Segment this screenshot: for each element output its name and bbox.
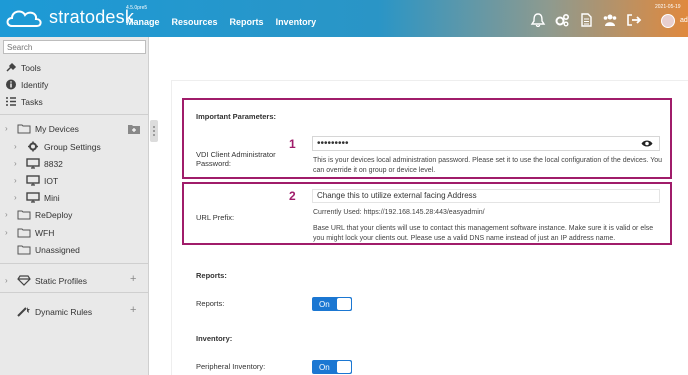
tree-group-settings[interactable]: › Group Settings [14,141,101,152]
nav-inventory[interactable]: Inventory [276,17,317,27]
folder-icon [17,228,31,238]
chevron-right-icon[interactable]: › [5,124,13,133]
url-prefix-help: Base URL that your clients will use to c… [313,225,654,242]
toggle-knob [337,361,351,373]
peripheral-inventory-toggle[interactable]: On [312,360,352,374]
section-reports: Reports: [196,271,227,280]
vdi-password-help: This is your devices local administratio… [313,157,663,174]
url-prefix-label: URL Prefix: [196,213,235,222]
sidebar-static-profiles[interactable]: › Static Profiles [5,275,87,286]
url-currently-used: Currently Used: https://192.168.145.28:4… [313,209,485,216]
search-input[interactable] [3,40,146,54]
tree-unassigned[interactable]: Unassigned [17,244,80,255]
sidebar-item-identify[interactable]: Identify [5,79,48,90]
tree-label: 8832 [44,158,63,169]
eye-icon[interactable] [641,139,653,148]
sidebar-item-tasks[interactable]: Tasks [5,96,43,107]
divider [0,263,148,264]
reports-toggle[interactable]: On [312,297,352,311]
top-bar: stratodesk 4.5.0pre5 Manage Resources Re… [0,0,688,37]
tree-label: ReDeploy [35,209,73,220]
version-label: 4.5.0pre5 [126,5,148,11]
tree-redeploy[interactable]: › ReDeploy [5,209,72,220]
sidebar-item-label: Tasks [21,96,43,107]
tree-my-devices[interactable]: › My Devices [5,123,79,134]
monitor-icon [26,192,40,203]
avatar[interactable] [661,14,675,28]
chevron-right-icon[interactable]: › [5,210,13,219]
tree-label: My Devices [35,123,79,134]
gear-icon [28,141,38,152]
stratodesk-cloud-logo[interactable] [4,6,44,30]
brand-name: stratodesk [49,7,135,27]
tree-label: WFH [35,227,55,238]
chevron-right-icon[interactable]: › [14,176,22,185]
bell-icon[interactable] [530,13,546,27]
divider [0,114,148,115]
add-folder-icon[interactable] [128,124,140,134]
reports-label: Reports: [196,299,225,308]
monitor-icon [26,158,40,169]
sidebar-item-tools[interactable]: Tools [5,62,41,73]
chevron-right-icon[interactable]: › [14,159,22,168]
folder-icon [17,245,31,255]
sidebar: Tools Identify Tasks › My Devices › Grou… [0,37,149,375]
nav-manage[interactable]: Manage [126,17,160,27]
chevron-right-icon[interactable]: › [5,276,13,285]
sidebar-item-label: Tools [21,62,41,73]
tree-wfh[interactable]: › WFH [5,227,54,238]
tree-label: IOT [44,175,59,186]
cogs-icon[interactable] [554,13,570,27]
monitor-icon [26,175,40,186]
divider [0,292,148,293]
toggle-knob [337,298,351,310]
main-nav: Manage Resources Reports Inventory [126,17,316,27]
tree-label: Mini [44,192,60,203]
tree-item-mini[interactable]: › Mini [14,192,60,203]
logout-icon[interactable] [626,13,642,27]
sidebar-item-label: Identify [21,79,49,90]
callout-number-1: 1 [289,137,296,151]
section-inventory: Inventory: [196,334,233,343]
tools-icon [6,62,17,72]
add-static-profile-button[interactable]: + [130,273,136,285]
magic-wand-icon [17,307,30,317]
info-icon [6,79,16,90]
sidebar-resize-handle[interactable] [150,120,158,142]
callout-number-2: 2 [289,189,296,203]
vdi-password-label: VDI Client Administrator Password: [196,150,276,168]
tree-item-8832[interactable]: › 8832 [14,158,63,169]
date-label: 2021-05-19 [655,4,681,10]
section-important-parameters: Important Parameters: [196,112,277,121]
toggle-state: On [319,299,330,309]
toggle-state: On [319,362,330,372]
peripheral-inventory-label: Peripheral Inventory: [196,362,266,371]
chevron-right-icon[interactable]: › [14,142,22,151]
nav-reports[interactable]: Reports [230,17,264,27]
sidebar-dynamic-rules[interactable]: Dynamic Rules [17,306,92,317]
vdi-password-input[interactable]: ••••••••• [312,136,660,151]
tree-label: Group Settings [44,141,101,152]
tasks-icon [6,97,16,106]
folder-icon [17,124,31,134]
folder-icon [17,210,31,220]
url-prefix-input[interactable]: Change this to utilize external facing A… [312,189,660,203]
tree-item-iot[interactable]: › IOT [14,175,58,186]
add-dynamic-rule-button[interactable]: + [130,304,136,316]
users-icon[interactable] [602,13,618,27]
document-icon[interactable] [578,13,594,27]
tree-label: Static Profiles [35,275,87,286]
nav-resources[interactable]: Resources [172,17,218,27]
tree-label: Dynamic Rules [35,306,93,317]
header-icons [530,13,642,27]
chevron-right-icon[interactable]: › [14,193,22,202]
chevron-right-icon[interactable]: › [5,228,13,237]
username[interactable]: ad [680,17,688,24]
diamond-icon [17,275,31,286]
tree-label: Unassigned [35,244,80,255]
